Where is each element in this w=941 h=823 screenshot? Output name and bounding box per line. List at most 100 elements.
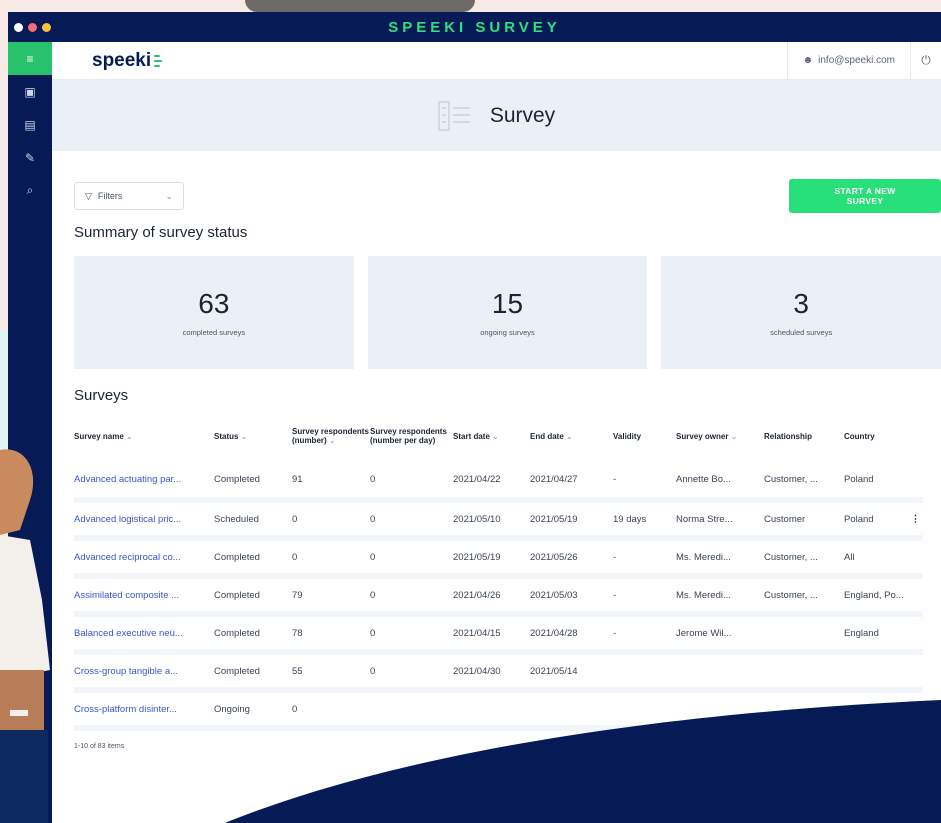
column-header: Validity — [613, 431, 642, 441]
column-header: Survey respondents (number per day) — [370, 427, 447, 445]
table-cell — [844, 690, 908, 731]
table-cell: 2021/05/10 — [453, 500, 530, 541]
table-cell: Customer — [764, 500, 844, 541]
survey-name-link[interactable]: Balanced executive neu... — [74, 614, 214, 655]
column-header[interactable]: End date ⌄ — [530, 410, 613, 462]
table-cell — [764, 652, 844, 693]
dashboard-icon[interactable]: ▣ — [8, 75, 52, 108]
background-photo — [245, 0, 475, 12]
column-header[interactable]: Survey respondents (number) ⌄ — [292, 410, 370, 462]
survey-name-link[interactable]: Advanced logistical pric... — [74, 500, 214, 541]
scheduled-surveys-card[interactable]: 3 scheduled surveys — [661, 256, 941, 369]
logout-icon[interactable]: ⏻ — [911, 53, 941, 68]
document-icon[interactable]: ▤ — [8, 108, 52, 141]
person-illustration — [0, 449, 50, 823]
table-cell: Customer, ... — [764, 462, 844, 503]
column-header: Country — [844, 431, 875, 441]
content-area: ▽ Filters ⌄ START A NEW SURVEY Summary o… — [52, 179, 941, 750]
survey-name-link[interactable]: Advanced reciprocal co... — [74, 538, 214, 579]
table-cell: 2021/05/19 — [530, 500, 613, 541]
survey-name-link[interactable]: Advanced actuating par... — [74, 462, 214, 503]
table-cell: 55 — [292, 652, 370, 693]
table-cell: 2021/05/19 — [453, 538, 530, 579]
app-window: SPEEKI SURVEY ≡ ▣ ▤ ✎ ⌕ speeki ☻ info@sp… — [8, 12, 941, 823]
table-cell: England — [844, 614, 908, 655]
table-cell: Customer, ... — [764, 538, 844, 579]
table-cell: 78 — [292, 614, 370, 655]
app-main: speeki ☻ info@speeki.com ⏻ Survey ▽ Filt… — [52, 42, 941, 823]
table-cell: Norma Stre... — [676, 500, 764, 541]
table-cell: 2021/04/15 — [453, 614, 530, 655]
chevron-down-icon: ⌄ — [165, 190, 173, 201]
survey-name-link[interactable]: Cross-platform disinter... — [74, 690, 214, 731]
start-new-survey-button[interactable]: START A NEW SURVEY — [789, 179, 941, 213]
table-cell: 2021/04/26 — [453, 576, 530, 617]
table-header-row: Survey name ⌄ Status ⌄ Survey respondent… — [74, 410, 923, 462]
table-cell: 2021/04/30 — [453, 652, 530, 693]
table-row[interactable]: Balanced executive neu... Completed 78 0… — [74, 614, 923, 655]
table-row[interactable]: Cross-group tangible a... Completed 55 0… — [74, 652, 923, 693]
filters-dropdown[interactable]: ▽ Filters ⌄ — [74, 182, 184, 210]
table-row[interactable]: Assimilated composite ... Completed 79 0… — [74, 576, 923, 617]
summary-cards: 63 completed surveys 15 ongoing surveys … — [74, 256, 941, 369]
table-cell — [676, 652, 764, 693]
search-icon[interactable]: ⌕ — [8, 174, 52, 207]
window-controls — [14, 23, 51, 32]
table-cell: 0 — [292, 690, 370, 731]
ongoing-surveys-card[interactable]: 15 ongoing surveys — [367, 256, 648, 369]
column-header[interactable]: Status ⌄ — [214, 410, 292, 462]
menu-icon[interactable]: ≡ — [8, 42, 52, 75]
table-cell: Completed — [214, 652, 292, 693]
table-cell — [530, 690, 613, 731]
table-row[interactable]: Advanced reciprocal co... Completed 0 0 … — [74, 538, 923, 579]
table-cell — [613, 652, 676, 693]
surveys-title: Surveys — [74, 387, 129, 404]
table-row[interactable]: Advanced logistical pric... Scheduled 0 … — [74, 500, 923, 541]
account-area: ☻ info@speeki.com ⏻ — [786, 42, 941, 79]
table-cell: Poland — [844, 500, 908, 541]
survey-list-icon — [438, 100, 470, 131]
toolbar: ▽ Filters ⌄ START A NEW SURVEY — [74, 179, 941, 213]
maximize-dot[interactable] — [42, 23, 51, 32]
scheduled-count: 3 — [793, 288, 809, 319]
table-row[interactable]: Advanced actuating par... Completed 91 0… — [74, 462, 923, 503]
table-cell: 0 — [370, 652, 453, 693]
more-options-icon[interactable]: ⋮ — [908, 500, 923, 541]
table-cell — [844, 652, 908, 693]
survey-name-link[interactable]: Assimilated composite ... — [74, 576, 214, 617]
minimize-dot[interactable] — [28, 23, 37, 32]
table-cell: 2021/05/14 — [530, 652, 613, 693]
table-cell: Jerome Wil... — [676, 614, 764, 655]
scheduled-label: scheduled surveys — [770, 328, 833, 337]
ongoing-count: 15 — [491, 288, 524, 319]
table-cell — [764, 690, 844, 731]
pagination-info: 1-10 of 83 items — [74, 743, 125, 750]
speeki-logo[interactable]: speeki — [92, 50, 163, 72]
table-cell — [370, 690, 453, 731]
completed-label: completed surveys — [182, 328, 246, 337]
column-header[interactable]: Survey owner ⌄ — [676, 410, 764, 462]
title-bar: SPEEKI SURVEY — [8, 12, 941, 42]
table-cell: - — [613, 462, 676, 503]
table-cell: 19 days — [613, 500, 676, 541]
table-cell: Ms. Meredi... — [676, 576, 764, 617]
table-cell: Ongoing — [214, 690, 292, 731]
table-cell: 0 — [370, 500, 453, 541]
table-cell: Scheduled — [214, 500, 292, 541]
table-cell: 0 — [370, 614, 453, 655]
table-cell: 2021/04/22 — [453, 462, 530, 503]
summary-title: Summary of survey status — [74, 224, 248, 241]
edit-icon[interactable]: ✎ — [8, 141, 52, 174]
table-cell: Completed — [214, 614, 292, 655]
user-icon: ☻ — [802, 55, 814, 66]
table-cell: 0 — [292, 500, 370, 541]
completed-surveys-card[interactable]: 63 completed surveys — [74, 256, 354, 369]
column-header[interactable]: Start date ⌄ — [453, 410, 530, 462]
table-cell — [453, 690, 530, 731]
close-dot[interactable] — [14, 23, 23, 32]
table-row[interactable]: Cross-platform disinter... Ongoing 0 — [74, 690, 923, 731]
table-cell: Ms. Meredi... — [676, 538, 764, 579]
account-menu[interactable]: ☻ info@speeki.com — [786, 42, 911, 79]
survey-name-link[interactable]: Cross-group tangible a... — [74, 652, 214, 693]
column-header[interactable]: Survey name ⌄ — [74, 410, 214, 462]
